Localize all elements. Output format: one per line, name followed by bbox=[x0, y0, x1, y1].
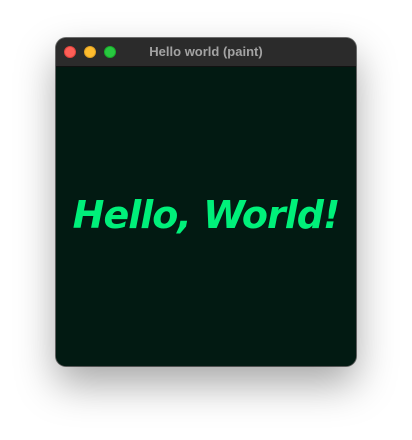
app-window: Hello world (paint) Hello, World! bbox=[56, 38, 356, 366]
hello-world-text: Hello, World! bbox=[72, 193, 341, 237]
title-bar[interactable]: Hello world (paint) bbox=[56, 38, 356, 67]
window-title: Hello world (paint) bbox=[149, 44, 263, 59]
